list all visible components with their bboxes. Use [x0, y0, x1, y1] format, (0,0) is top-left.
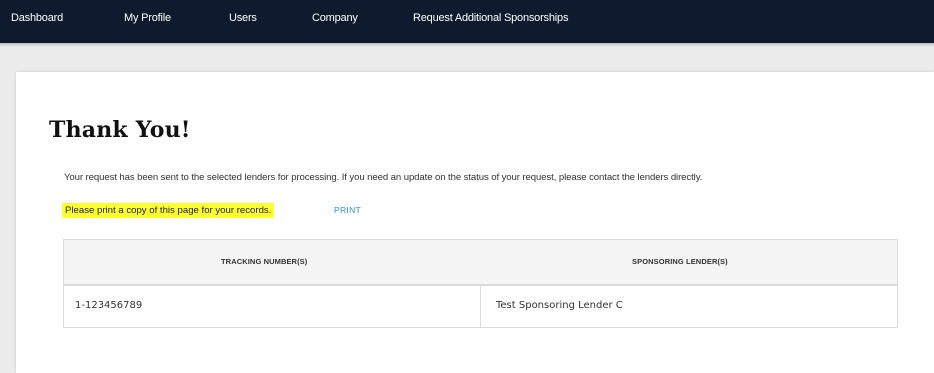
nav-item-my-profile[interactable]: My Profile	[124, 0, 171, 24]
nav-item-users[interactable]: Users	[229, 0, 257, 24]
nav-item-company[interactable]: Company	[312, 0, 358, 24]
confirmation-message: Your request has been sent to the select…	[64, 172, 703, 183]
column-divider	[480, 286, 481, 327]
nav-item-request-additional-sponsorships[interactable]: Request Additional Sponsorships	[413, 0, 568, 24]
sponsoring-lender-cell: Test Sponsoring Lender C	[496, 300, 623, 311]
print-link[interactable]: PRINT	[334, 205, 361, 215]
table-header-row: TRACKING NUMBER(S) SPONSORING LENDER(S)	[64, 240, 897, 286]
confirmation-card: Thank You! Your request has been sent to…	[16, 72, 934, 373]
column-header-sponsoring-lenders: SPONSORING LENDER(S)	[632, 257, 728, 266]
nav-item-dashboard[interactable]: Dashboard	[11, 0, 63, 24]
nav-shadow-divider	[0, 43, 934, 47]
page-title: Thank You!	[49, 117, 191, 143]
tracking-table: TRACKING NUMBER(S) SPONSORING LENDER(S) …	[63, 239, 898, 328]
table-row: 1-123456789 Test Sponsoring Lender C	[64, 286, 897, 327]
tracking-number-cell: 1-123456789	[75, 300, 143, 311]
column-header-tracking-numbers: TRACKING NUMBER(S)	[221, 257, 308, 266]
print-reminder-highlight: Please print a copy of this page for you…	[62, 203, 275, 218]
top-navigation-bar: Dashboard My Profile Users Company Reque…	[0, 0, 934, 43]
